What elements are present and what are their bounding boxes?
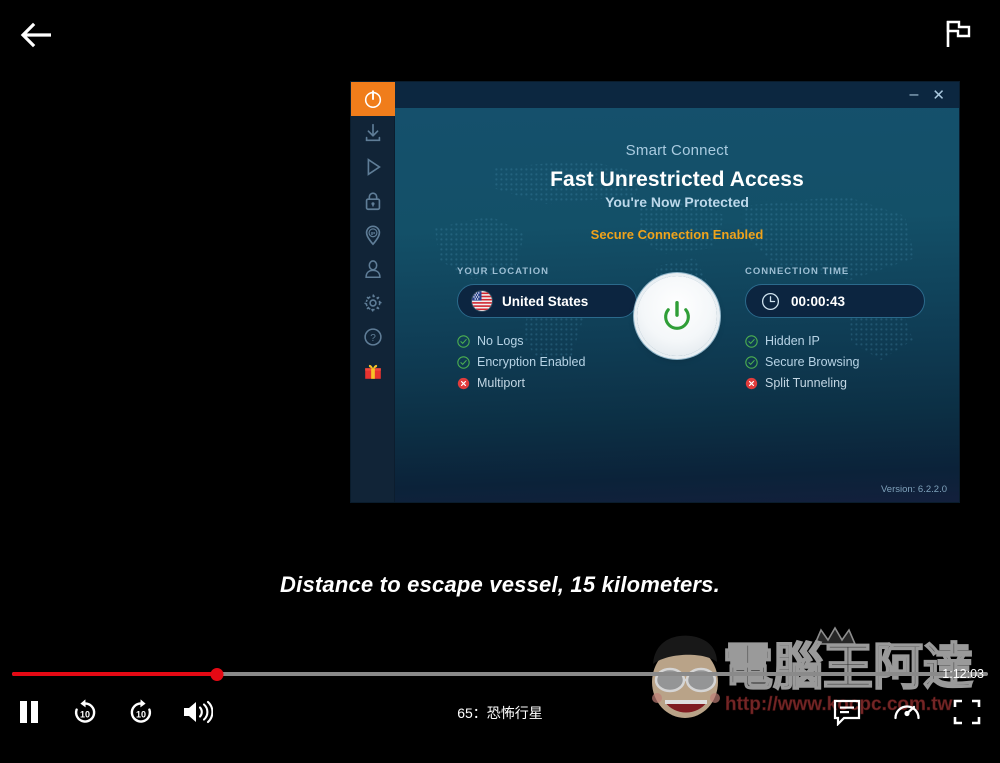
- arrow-left-icon: [20, 22, 51, 48]
- feature-label: Secure Browsing: [765, 355, 860, 369]
- feature-label: Encryption Enabled: [477, 355, 586, 369]
- player-controls-row: 1:12:03 10 10 65：恐怖行星: [0, 667, 1000, 753]
- power-icon: [364, 90, 381, 109]
- vpn-main-panel: Smart Connect Fast Unrestricted Access Y…: [395, 108, 959, 502]
- download-icon: [365, 123, 380, 142]
- sidebar-item-download[interactable]: [351, 116, 395, 150]
- progress-bar-track[interactable]: [12, 668, 988, 681]
- features-left-list: No Logs Encryption Enabled Multiport: [457, 334, 637, 390]
- watermark-crown: [813, 626, 857, 645]
- smart-connect-label: Smart Connect: [625, 142, 729, 159]
- minimize-button[interactable]: –: [910, 87, 919, 103]
- feature-item: Multiport: [457, 376, 637, 390]
- gear-icon: [363, 294, 382, 312]
- vpn-app-window: IP ? – ✕ Smart Connect Fast Unrestricted…: [351, 82, 959, 502]
- play-icon: [367, 158, 381, 176]
- vpn-titlebar: – ✕: [395, 82, 959, 108]
- back-button[interactable]: [16, 14, 58, 56]
- features-right-list: Hidden IP Secure Browsing Split Tunnelin…: [745, 334, 925, 390]
- clock-icon: [760, 291, 781, 312]
- video-player-screen: IP ? – ✕ Smart Connect Fast Unrestricted…: [0, 0, 1000, 763]
- your-location-section: YOUR LOCATION United States No Logs Encr…: [457, 266, 637, 390]
- vpn-sidebar: IP ?: [351, 82, 395, 502]
- x-circle-icon: [457, 377, 470, 389]
- sidebar-item-security[interactable]: [351, 184, 395, 218]
- sidebar-item-ip-location[interactable]: IP: [351, 218, 395, 252]
- subtitles-button[interactable]: [830, 695, 864, 729]
- check-circle-icon: [457, 355, 470, 369]
- sidebar-item-rewards[interactable]: [351, 354, 395, 388]
- check-circle-icon: [745, 355, 758, 369]
- sidebar-item-settings[interactable]: [351, 286, 395, 320]
- feature-item: Secure Browsing: [745, 355, 925, 369]
- feature-item: Hidden IP: [745, 334, 925, 348]
- location-selector[interactable]: United States: [457, 284, 637, 318]
- playback-speed-icon: [894, 705, 920, 720]
- gift-icon: [364, 364, 381, 379]
- feature-label: No Logs: [477, 334, 524, 348]
- lock-icon: [365, 192, 380, 211]
- sidebar-item-help[interactable]: ?: [351, 320, 395, 354]
- connection-time-section: CONNECTION TIME 00:00:43 Hidden IP Secur…: [745, 266, 925, 390]
- svg-text:?: ?: [370, 333, 376, 344]
- subtitles-icon: [833, 699, 861, 726]
- fullscreen-icon: [953, 699, 981, 725]
- time-remaining-label: 1:12:03: [942, 667, 984, 681]
- video-subtitle-text: Distance to escape vessel, 15 kilometers…: [280, 572, 720, 597]
- fullscreen-button[interactable]: [950, 695, 984, 729]
- power-toggle-surface[interactable]: [637, 276, 717, 356]
- connection-time-value: 00:00:43: [791, 293, 846, 309]
- feature-item: Encryption Enabled: [457, 355, 637, 369]
- flag-icon: [946, 20, 971, 47]
- connection-time-label: CONNECTION TIME: [745, 266, 850, 277]
- feature-item: Split Tunneling: [745, 376, 925, 390]
- power-icon: [664, 300, 690, 330]
- report-flag-button[interactable]: [938, 14, 978, 54]
- secure-connection-status: Secure Connection Enabled: [590, 227, 764, 242]
- vpn-version-label: Version: 6.2.2.0: [880, 484, 947, 495]
- feature-label: Multiport: [477, 376, 525, 390]
- player-topbar: [0, 0, 1000, 68]
- check-circle-icon: [745, 334, 758, 348]
- vpn-headline: Fast Unrestricted Access: [550, 168, 804, 191]
- user-icon: [364, 260, 381, 279]
- feature-item: No Logs: [457, 334, 637, 348]
- your-location-label: YOUR LOCATION: [457, 266, 549, 277]
- flag-us-icon: [472, 291, 492, 311]
- feature-label: Hidden IP: [765, 334, 820, 348]
- playback-speed-button[interactable]: [890, 695, 924, 729]
- check-circle-icon: [457, 334, 470, 348]
- vpn-window-body: – ✕ Smart Connect Fast Unrestricted Acce…: [395, 82, 959, 502]
- progress-bar-played: [12, 672, 217, 676]
- progress-bar-handle[interactable]: [210, 668, 224, 681]
- player-controls-right: [830, 695, 984, 729]
- vpn-subheadline: You're Now Protected: [605, 194, 749, 210]
- help-circle-icon: ?: [363, 328, 382, 346]
- x-circle-icon: [745, 377, 758, 389]
- sidebar-item-account[interactable]: [351, 252, 395, 286]
- connection-time-display: 00:00:43: [745, 284, 925, 318]
- vpn-power-toggle[interactable]: [637, 276, 717, 356]
- close-button[interactable]: ✕: [932, 88, 945, 103]
- svg-text:IP: IP: [370, 231, 375, 237]
- progress-bar-row: [12, 666, 988, 682]
- sidebar-item-streaming[interactable]: [351, 150, 395, 184]
- sidebar-item-power[interactable]: [351, 82, 395, 116]
- location-value: United States: [502, 293, 589, 309]
- ip-pin-icon: IP: [365, 225, 380, 246]
- feature-label: Split Tunneling: [765, 376, 848, 390]
